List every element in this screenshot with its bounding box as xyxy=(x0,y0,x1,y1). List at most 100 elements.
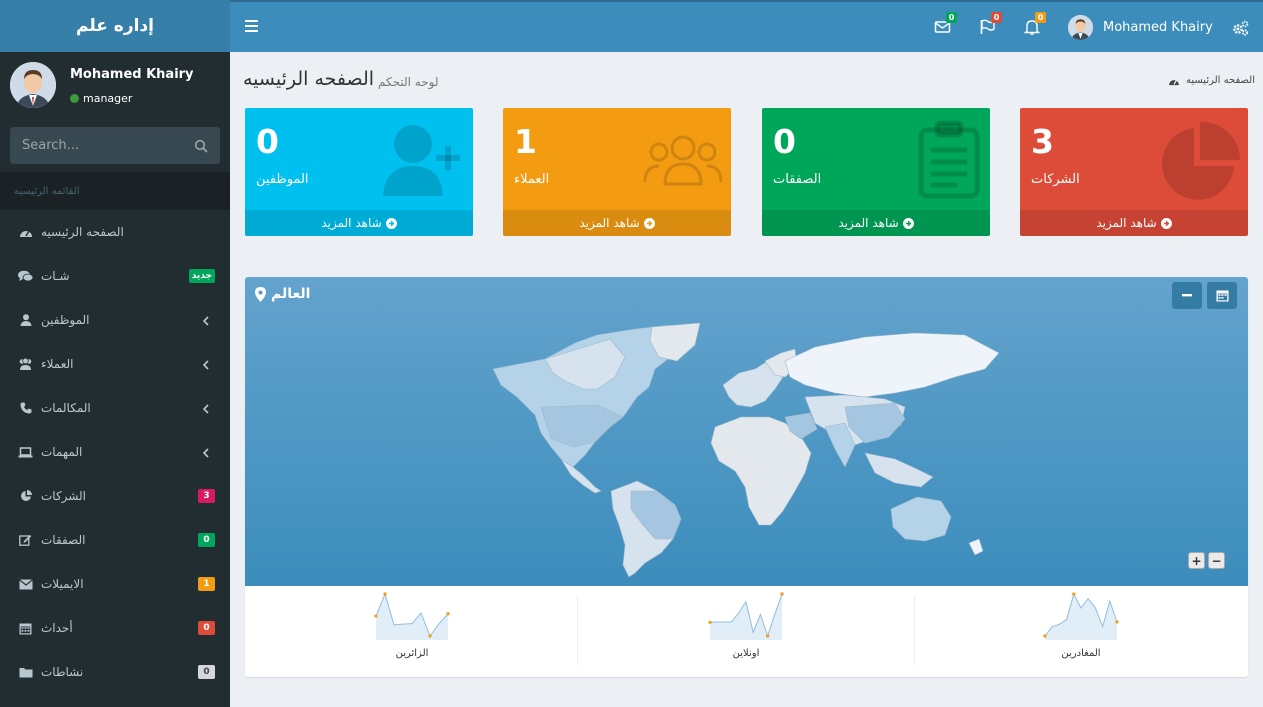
chevron-left-icon xyxy=(202,315,210,326)
dashboard-icon xyxy=(1168,76,1180,86)
sparkline-point xyxy=(1043,634,1047,638)
user-icon xyxy=(18,313,33,327)
user-avatar[interactable] xyxy=(1068,15,1093,40)
sidebar-item-employees[interactable]: الموظفين xyxy=(0,298,230,342)
search-icon[interactable] xyxy=(194,139,208,153)
divider xyxy=(577,595,578,665)
user-panel: Mohamed Khairy manager xyxy=(0,52,230,120)
sparkline-point xyxy=(780,592,784,596)
count-badge: 0 xyxy=(198,621,215,635)
user-name: Mohamed Khairy xyxy=(70,67,194,82)
sidebar-item-label: المكالمات xyxy=(41,401,91,415)
sparkline-point xyxy=(428,634,432,638)
sidebar-toggle-icon[interactable] xyxy=(245,20,259,33)
sparkline-chart xyxy=(374,592,450,640)
online-status-icon xyxy=(70,94,79,103)
arrow-circle-right-icon xyxy=(643,217,655,229)
stat-box-deals: 0 الصفقات شاهد المزيد xyxy=(762,108,990,236)
breadcrumb[interactable]: الصفحه الرئيسيه xyxy=(1168,75,1255,86)
sidebar: إداره علم Mohamed Khairy manager القائمه… xyxy=(0,0,230,707)
sidebar-item-label: شـات xyxy=(41,269,70,283)
clipboard-icon xyxy=(917,120,981,203)
more-info-link[interactable]: شاهد المزيد xyxy=(245,210,473,236)
top-user-name[interactable]: Mohamed Khairy xyxy=(1103,20,1213,35)
world-map-box: العالم + − الزائرين اونلاين المغادرين xyxy=(245,277,1248,677)
sparkline-label: المغادرين xyxy=(1061,648,1101,659)
sparkline-point xyxy=(446,612,450,616)
users-icon xyxy=(643,134,723,189)
new-badge: جديد xyxy=(188,269,215,283)
user-plus-icon xyxy=(383,122,465,199)
sidebar-item-label: الصفقات xyxy=(41,533,86,547)
world-map[interactable] xyxy=(245,277,1248,586)
sparkline-point xyxy=(383,592,387,596)
sidebar-item-chat[interactable]: شـات جديد xyxy=(0,254,230,298)
more-info-link[interactable]: شاهد المزيد xyxy=(503,210,731,236)
stat-box-companies: 3 الشركات شاهد المزيد xyxy=(1020,108,1248,236)
count-badge: 3 xyxy=(198,489,215,503)
page-title: الصفحه الرئيسيه xyxy=(243,68,375,90)
app-logo[interactable]: إداره علم xyxy=(0,0,230,52)
stat-label: العملاء xyxy=(514,172,550,187)
comments-icon xyxy=(18,269,33,283)
sidebar-item-activities[interactable]: نشاطات 0 xyxy=(0,650,230,694)
gears-icon[interactable] xyxy=(1232,20,1249,36)
count-badge: 0 xyxy=(198,533,215,547)
sparkline-chart xyxy=(708,592,784,640)
pie-chart-icon xyxy=(1158,121,1240,205)
chevron-left-icon xyxy=(202,447,210,458)
sparkline-point xyxy=(1072,592,1076,596)
sidebar-item-clients[interactable]: العملاء xyxy=(0,342,230,386)
zoom-out-button[interactable]: − xyxy=(1208,552,1225,569)
sidebar-item-events[interactable]: أحداث 0 xyxy=(0,606,230,650)
page-subtitle: لوحه التحكم xyxy=(378,75,439,89)
folder-icon xyxy=(18,665,33,679)
sidebar-item-calls[interactable]: المكالمات xyxy=(0,386,230,430)
sparkline-exits: المغادرين xyxy=(914,586,1248,677)
sidebar-item-label: أحداث xyxy=(41,621,73,635)
zoom-in-button[interactable]: + xyxy=(1188,552,1205,569)
sparkline-area xyxy=(1045,594,1117,640)
stat-label: الموظفين xyxy=(256,172,309,187)
envelope-icon xyxy=(18,577,33,591)
user-avatar xyxy=(10,62,56,108)
sidebar-item-emails[interactable]: الايميلات 1 xyxy=(0,562,230,606)
map-area: العالم + − xyxy=(245,277,1248,586)
arrow-circle-right-icon xyxy=(902,217,914,229)
count-badge: 1 xyxy=(198,577,215,591)
stat-box-clients: 1 العملاء شاهد المزيد xyxy=(503,108,731,236)
sidebar-item-label: الايميلات xyxy=(41,577,84,591)
calendar-icon xyxy=(18,621,33,635)
sidebar-item-deals[interactable]: الصفقات 0 xyxy=(0,518,230,562)
sparkline-visitors: الزائرين xyxy=(245,586,579,677)
sidebar-item-label: نشاطات xyxy=(41,665,84,679)
sparkline-point xyxy=(766,634,770,638)
pie-chart-icon xyxy=(18,489,33,503)
arrow-circle-right-icon xyxy=(385,217,397,229)
stat-value: 0 xyxy=(773,122,796,161)
sidebar-item-label: الموظفين xyxy=(41,313,90,327)
chevron-left-icon xyxy=(202,359,210,370)
laptop-icon xyxy=(18,445,33,459)
sidebar-menu: الصفحه الرئيسيه شـات جديد الموظفين العمل… xyxy=(0,210,230,694)
sidebar-item-dashboard[interactable]: الصفحه الرئيسيه xyxy=(0,210,230,254)
phone-icon xyxy=(18,401,33,415)
sparkline-chart xyxy=(1043,592,1119,640)
more-info-link[interactable]: شاهد المزيد xyxy=(762,210,990,236)
sidebar-item-label: الصفحه الرئيسيه xyxy=(41,225,124,239)
chevron-left-icon xyxy=(202,403,210,414)
menu-header: القائمه الرئيسيه xyxy=(0,172,230,210)
users-icon xyxy=(18,357,33,371)
more-info-link[interactable]: شاهد المزيد xyxy=(1020,210,1248,236)
arrow-circle-right-icon xyxy=(1160,217,1172,229)
search-input[interactable] xyxy=(22,138,182,153)
stat-value: 0 xyxy=(256,122,279,161)
sparkline-point xyxy=(1115,620,1119,624)
sparkline-label: الزائرين xyxy=(395,648,429,659)
top-navbar: 0 0 0 Mohamed Khairy xyxy=(230,0,1263,52)
sidebar-item-tasks[interactable]: المهمات xyxy=(0,430,230,474)
stat-value: 3 xyxy=(1031,122,1054,161)
user-status: manager xyxy=(70,92,132,105)
breadcrumb-item[interactable]: الصفحه الرئيسيه xyxy=(1186,75,1255,86)
sidebar-item-companies[interactable]: الشركات 3 xyxy=(0,474,230,518)
